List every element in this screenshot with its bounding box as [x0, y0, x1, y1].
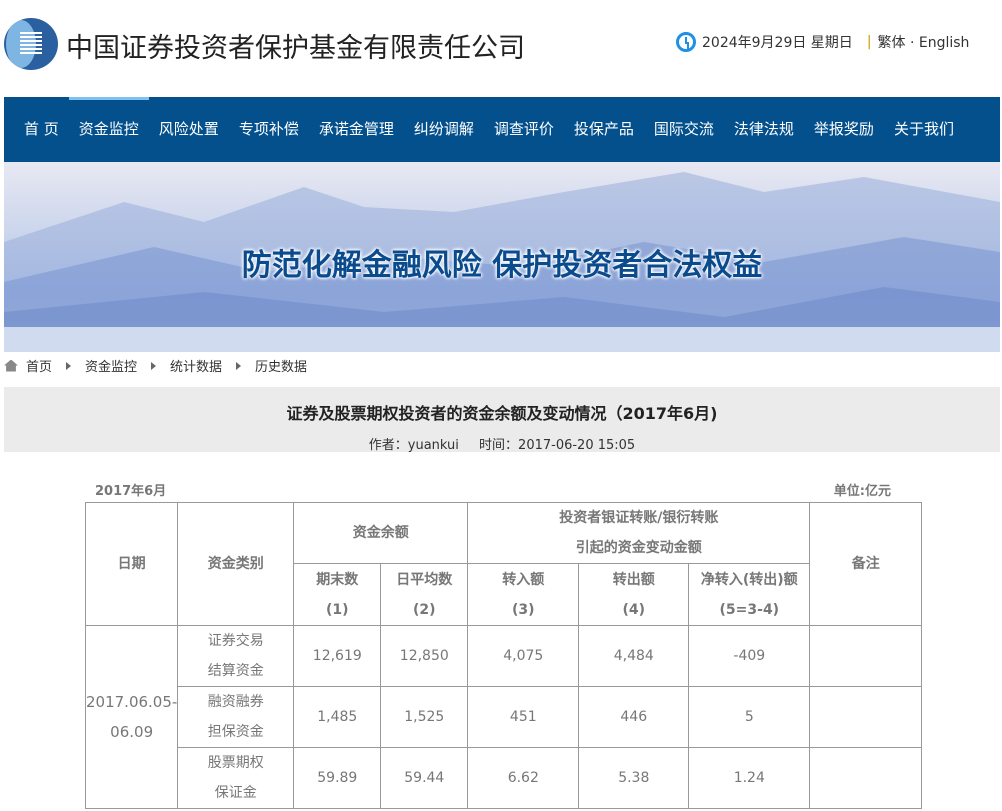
- value-cell: 446: [578, 686, 690, 748]
- header-type: 资金类别: [177, 502, 295, 626]
- header-transfer: 投资者银证转账/银衍转账 引起的资金变动金额: [467, 502, 811, 564]
- article-time: 时间：2017-06-20 15:05: [479, 438, 636, 453]
- article-header: 证券及股票期权投资者的资金余额及变动情况（2017年6月) 作者：yuankui…: [4, 387, 1000, 453]
- crumb-statistics[interactable]: 统计数据: [170, 356, 222, 375]
- value-cell: 12,850: [380, 625, 469, 687]
- value-cell: 4,075: [467, 625, 580, 687]
- nav-commitment[interactable]: 承诺金管理: [309, 97, 404, 162]
- value-cell: 6.62: [467, 747, 580, 809]
- header-transfer-line1: 投资者银证转账/银衍转账: [559, 510, 719, 526]
- divider: |: [866, 34, 872, 50]
- crumb-home[interactable]: 首页: [26, 356, 52, 375]
- type-cell: 证券交易 结算资金: [177, 625, 295, 687]
- date-area: 2024年9月29日 星期日 | 繁体 · English: [676, 32, 969, 52]
- note-cell: [809, 747, 923, 809]
- header-note: 备注: [809, 502, 923, 626]
- header-date: 日期: [84, 502, 179, 626]
- nav-fund-monitoring[interactable]: 资金监控: [68, 97, 149, 162]
- nav-about[interactable]: 关于我们: [884, 97, 964, 162]
- value-cell: 1.24: [688, 747, 811, 809]
- article-title: 证券及股票期权投资者的资金余额及变动情况（2017年6月): [286, 404, 718, 423]
- header-daily-average: 日平均数 (2): [380, 563, 469, 626]
- crumb-fund-monitoring[interactable]: 资金监控: [85, 356, 137, 375]
- nav-products[interactable]: 投保产品: [564, 97, 644, 162]
- value-cell: 59.44: [380, 747, 469, 809]
- table-row: 融资融券 担保资金 1,485 1,525 451 446 5: [86, 686, 923, 748]
- clock-icon: [676, 32, 696, 52]
- table-caption: 2017年6月 单位:亿元: [95, 480, 891, 499]
- fund-balance-table: 日期 资金类别 资金余额 投资者银证转账/银衍转账 引起的资金变动金额 备注 期末…: [84, 502, 923, 809]
- nav-mediation[interactable]: 纠纷调解: [404, 97, 484, 162]
- value-cell: 5: [688, 686, 811, 748]
- table-row: 2017.06.05- 06.09 证券交易 结算资金 12,619 12,850 …: [84, 625, 923, 809]
- value-cell: 451: [467, 686, 580, 748]
- crumb-history[interactable]: 历史数据: [255, 356, 307, 375]
- table-header-row: 日期 资金类别 资金余额 投资者银证转账/银衍转账 引起的资金变动金额 备注: [84, 502, 923, 626]
- value-cell: 12,619: [293, 625, 382, 687]
- site-header: 中国证券投资者保护基金有限责任公司 2024年9月29日 星期日 | 繁体 · …: [0, 0, 1002, 97]
- nav-international[interactable]: 国际交流: [644, 97, 724, 162]
- value-cell: -409: [688, 625, 811, 687]
- breadcrumb: 首页 资金监控 统计数据 历史数据: [4, 356, 307, 375]
- value-cell: 1,485: [293, 686, 382, 748]
- logo-icon[interactable]: [4, 18, 58, 70]
- type-cell: 股票期权 保证金: [177, 747, 295, 809]
- header-balance: 资金余额: [293, 502, 469, 564]
- nav-survey[interactable]: 调查评价: [484, 97, 564, 162]
- main-nav: 首 页 资金监控 风险处置 专项补偿 承诺金管理 纠纷调解 调查评价 投保产品 …: [4, 97, 1000, 162]
- banner: 防范化解金融风险 保护投资者合法权益: [4, 162, 1000, 352]
- article-meta: 作者：yuankui 时间：2017-06-20 15:05: [4, 434, 1000, 453]
- header-end-balance: 期末数 (1): [293, 563, 382, 626]
- nav-report[interactable]: 举报奖励: [804, 97, 884, 162]
- note-cell: [809, 686, 923, 748]
- chevron-right-icon: [66, 361, 72, 370]
- header-transfer-in: 转入额 (3): [467, 563, 580, 626]
- value-cell: 1,525: [380, 686, 469, 748]
- site-title[interactable]: 中国证券投资者保护基金有限责任公司: [66, 26, 525, 65]
- value-cell: 5.38: [578, 747, 690, 809]
- nav-compensation[interactable]: 专项补偿: [229, 97, 309, 162]
- nav-law[interactable]: 法律法规: [724, 97, 804, 162]
- nav-risk[interactable]: 风险处置: [149, 97, 229, 162]
- note-cell: [809, 625, 923, 687]
- header-transfer-out: 转出额 (4): [578, 563, 690, 626]
- current-date: 2024年9月29日 星期日: [702, 35, 853, 51]
- table-period-label: 2017年6月: [95, 484, 167, 499]
- period-cell: 2017.06.05- 06.09: [84, 625, 179, 809]
- home-icon: [4, 359, 18, 372]
- chevron-right-icon: [151, 361, 157, 370]
- nav-home[interactable]: 首 页: [14, 97, 69, 162]
- header-net-transfer: 净转入(转出)额 (5=3-4): [688, 563, 811, 626]
- header-transfer-line2: 引起的资金变动金额: [575, 540, 702, 556]
- type-cell: 融资融券 担保资金: [177, 686, 295, 748]
- chevron-right-icon: [236, 361, 242, 370]
- article-author: 作者：yuankui: [368, 438, 459, 453]
- language-links[interactable]: 繁体 · English: [878, 32, 970, 52]
- value-cell: 4,484: [578, 625, 690, 687]
- banner-slogan: 防范化解金融风险 保护投资者合法权益: [241, 248, 763, 283]
- table-unit-label: 单位:亿元: [833, 484, 891, 499]
- value-cell: 59.89: [293, 747, 382, 809]
- table-row: 股票期权 保证金 59.89 59.44 6.62 5.38 1.24: [86, 747, 923, 809]
